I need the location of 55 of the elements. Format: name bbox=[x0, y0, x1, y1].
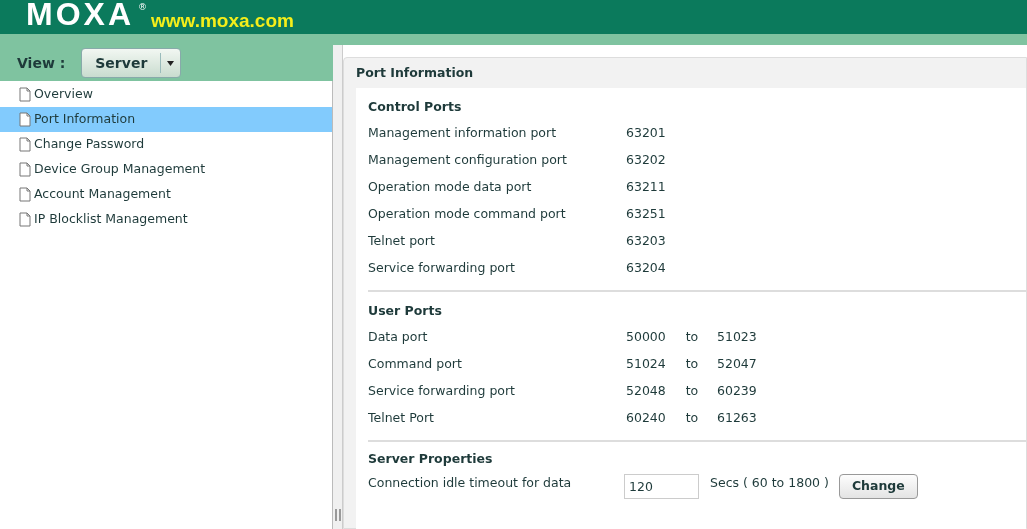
row-value: 63203 bbox=[626, 232, 667, 251]
sidebar-item[interactable]: Device Group Management bbox=[0, 157, 332, 182]
sidebar-item[interactable]: IP Blocklist Management bbox=[0, 207, 332, 232]
row-label: Operation mode command port bbox=[368, 205, 567, 224]
registered-mark: ® bbox=[138, 1, 147, 14]
row-value: 51023 bbox=[717, 328, 758, 347]
view-dropdown[interactable]: Server bbox=[81, 48, 182, 78]
logo: MOXA bbox=[26, 0, 134, 30]
website-url: www.moxa.com bbox=[151, 11, 294, 30]
document-icon bbox=[19, 87, 31, 102]
row-label: Management information port bbox=[368, 124, 558, 143]
row-value: 50000 bbox=[626, 328, 667, 347]
row-label: Connection idle timeout for data bbox=[368, 474, 573, 492]
row-label: Operation mode data port bbox=[368, 178, 533, 197]
sidebar-item[interactable]: Port Information bbox=[0, 107, 332, 132]
sidebar-item[interactable]: Account Management bbox=[0, 182, 332, 207]
row-label: Management configuration port bbox=[368, 151, 568, 170]
row-value: to bbox=[684, 409, 700, 428]
sidebar-item[interactable]: Overview bbox=[0, 82, 332, 107]
row-value: 63211 bbox=[626, 178, 667, 197]
row-label: Service forwarding port bbox=[368, 259, 517, 278]
row-label: Command port bbox=[368, 355, 463, 374]
timeout-field[interactable]: 120 bbox=[624, 473, 699, 499]
row-label: Telnet port bbox=[368, 232, 436, 251]
section-title: Control Ports bbox=[368, 97, 463, 116]
sidebar-item[interactable]: Change Password bbox=[0, 132, 332, 157]
row-value: 60240 bbox=[626, 409, 667, 428]
row-value: 60239 bbox=[717, 382, 758, 401]
document-icon bbox=[19, 187, 31, 202]
view-label: View : bbox=[17, 53, 66, 73]
row-value: to bbox=[684, 328, 700, 347]
row-value: 51024 bbox=[626, 355, 667, 374]
row-value: 63204 bbox=[626, 259, 667, 278]
splitter-grip-icon[interactable] bbox=[334, 509, 341, 521]
document-icon bbox=[19, 112, 31, 127]
section-title: Server Properties bbox=[368, 449, 494, 468]
row-value: 52048 bbox=[626, 382, 667, 401]
range-hint: Secs ( 60 to 1800 ) bbox=[710, 474, 829, 492]
section-title: User Ports bbox=[368, 301, 443, 320]
row-value: 63202 bbox=[626, 151, 667, 170]
caret-icon bbox=[167, 60, 175, 66]
row-value: to bbox=[684, 355, 700, 374]
row-value: 63201 bbox=[626, 124, 667, 143]
row-label: Service forwarding port bbox=[368, 382, 517, 401]
change-button[interactable]: Change bbox=[838, 473, 918, 499]
document-icon bbox=[19, 162, 31, 177]
row-value: 52047 bbox=[717, 355, 758, 374]
panel-title: Port Information bbox=[356, 63, 475, 82]
row-value: 61263 bbox=[717, 409, 758, 428]
row-label: Telnet Port bbox=[368, 409, 435, 428]
row-value: to bbox=[684, 382, 700, 401]
document-icon bbox=[19, 137, 31, 152]
row-label: Data port bbox=[368, 328, 429, 347]
document-icon bbox=[19, 212, 31, 227]
row-value: 63251 bbox=[626, 205, 667, 224]
